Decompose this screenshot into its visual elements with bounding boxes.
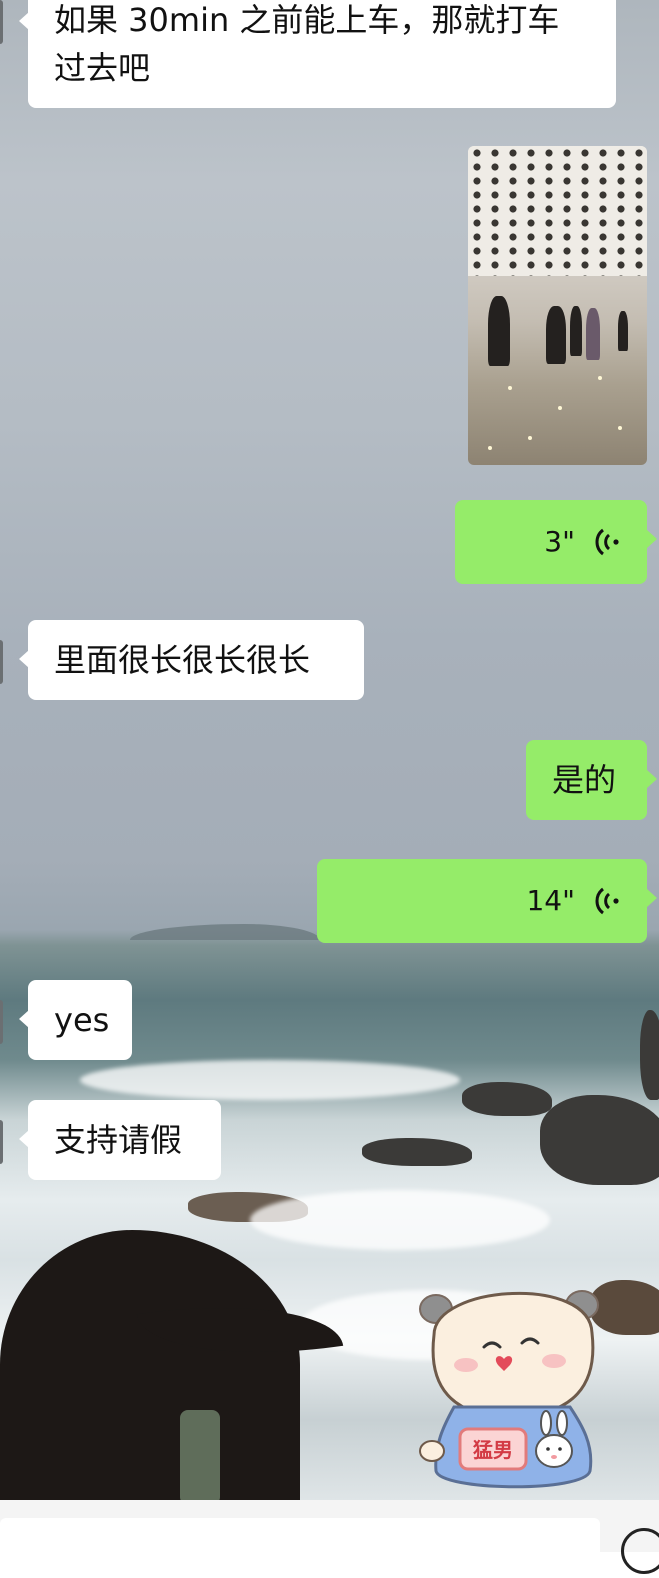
voice-wave-icon [595, 887, 619, 915]
photo-floor-light [508, 386, 512, 390]
incoming-message-bubble[interactable]: 里面很长很长很长 [19, 620, 364, 700]
sticker-text: 猛男 [472, 1438, 513, 1462]
message-text: 如果 30min 之前能上车，那就打车过去吧 [54, 1, 560, 87]
voice-wave-icon [595, 528, 619, 556]
photo-person [488, 296, 510, 366]
voice-duration: 14" [526, 884, 575, 917]
outgoing-voice-message[interactable]: 14" [317, 859, 657, 943]
photo-floor-light [558, 406, 562, 410]
background-foam [250, 1190, 550, 1250]
message-input[interactable] [0, 1518, 600, 1578]
hamster-sticker[interactable]: 猛男 [414, 1275, 610, 1497]
outgoing-voice-message[interactable]: 3" [455, 500, 657, 584]
contact-avatar[interactable] [0, 1000, 3, 1044]
message-text: yes [54, 1001, 110, 1039]
photo-person [618, 311, 628, 351]
background-rock [540, 1095, 659, 1185]
photo-ceiling [468, 146, 647, 276]
message-text: 里面很长很长很长 [54, 641, 311, 679]
input-bar [0, 1500, 659, 1578]
background-person-hair [0, 1230, 300, 1510]
background-rock [462, 1082, 552, 1116]
photo-person [570, 306, 582, 356]
background-foam [80, 1060, 460, 1100]
background-backpack-strap [180, 1410, 220, 1505]
background-rock [640, 1010, 659, 1100]
voice-duration: 3" [544, 525, 575, 558]
photo-floor-light [528, 436, 532, 440]
outgoing-message-bubble[interactable]: 是的 [526, 740, 657, 820]
photo-floor-light [488, 446, 492, 450]
emoji-icon[interactable] [621, 1528, 659, 1574]
contact-avatar[interactable] [0, 1120, 3, 1164]
message-text: 是的 [552, 761, 617, 799]
photo-person [586, 308, 600, 360]
incoming-message-bubble[interactable]: 支持请假 [19, 1100, 221, 1180]
photo-floor-light [618, 426, 622, 430]
contact-avatar[interactable] [0, 640, 3, 684]
background-rock [362, 1138, 472, 1166]
photo-person [546, 306, 566, 364]
photo-floor-light [598, 376, 602, 380]
contact-avatar[interactable] [0, 0, 3, 44]
incoming-message-bubble[interactable]: yes [19, 980, 132, 1060]
outgoing-image-message[interactable] [468, 146, 647, 465]
message-text: 支持请假 [54, 1121, 183, 1159]
incoming-message-bubble[interactable]: 如果 30min 之前能上车，那就打车过去吧 [19, 0, 616, 108]
